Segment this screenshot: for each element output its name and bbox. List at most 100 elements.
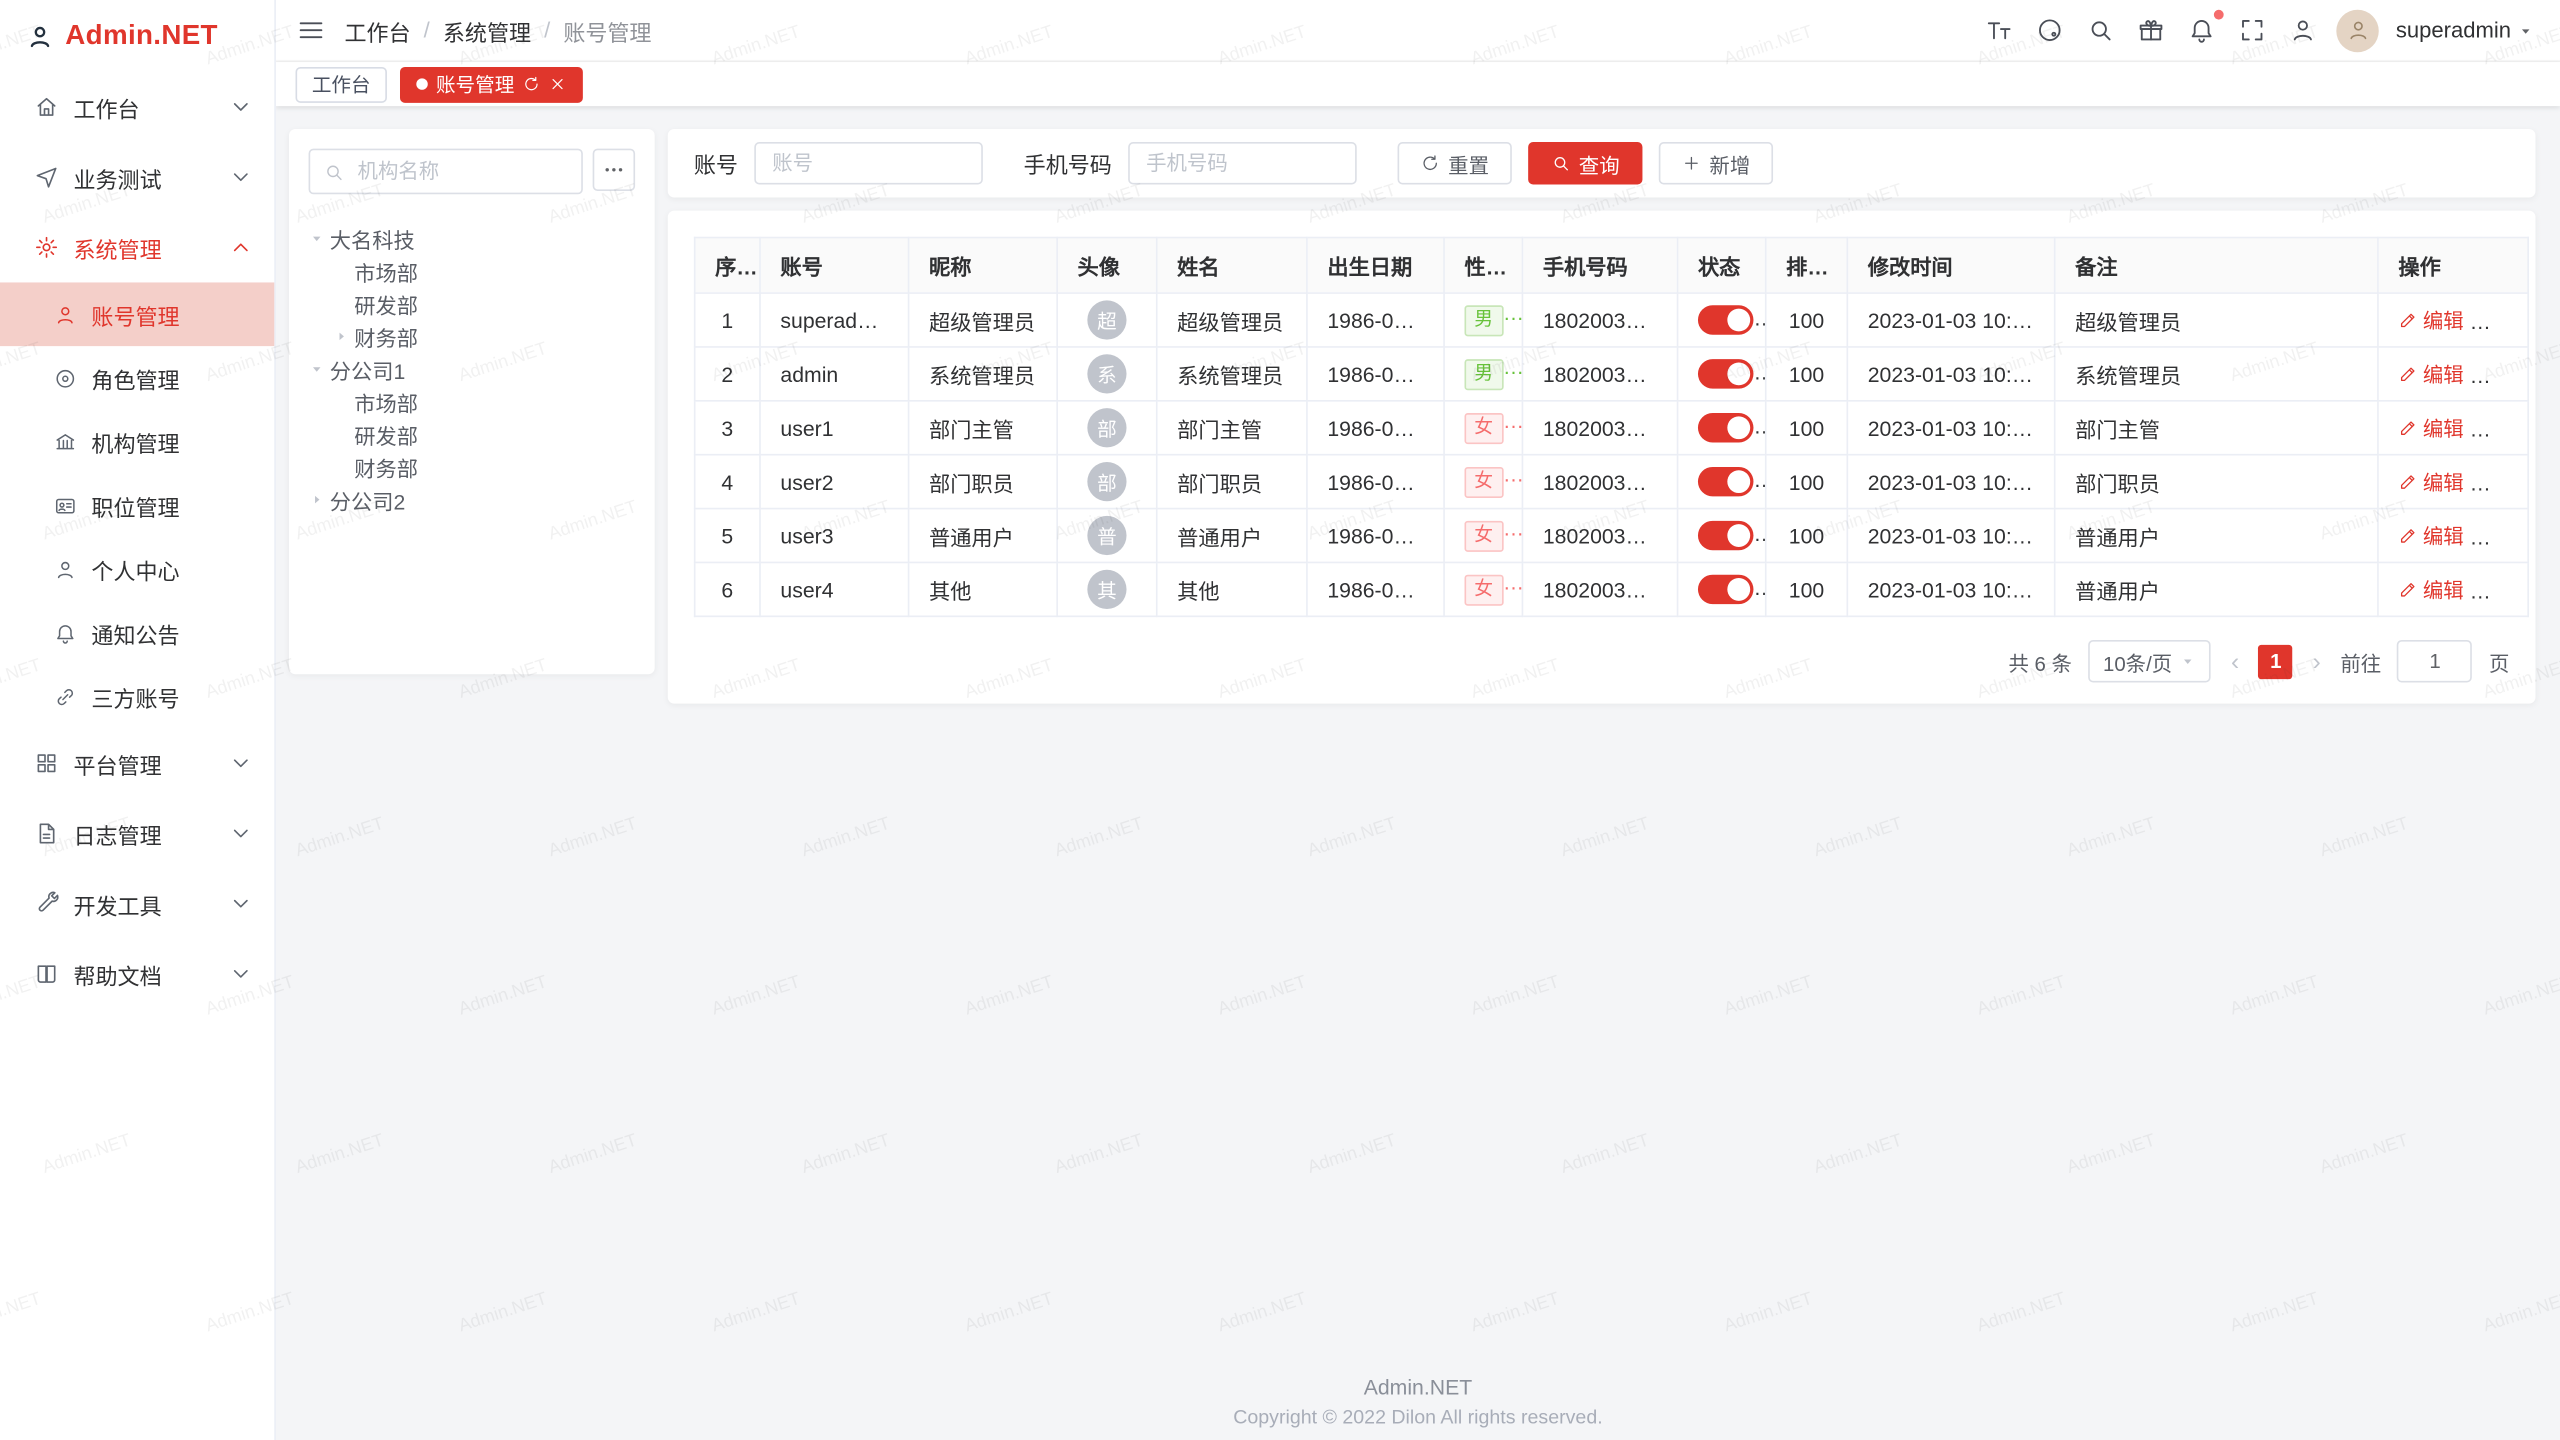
cell-nickname: 超级管理员 (909, 293, 1058, 347)
edit-button[interactable]: 编辑 (2398, 520, 2463, 551)
sidebar-item-label: 个人中心 (91, 553, 179, 586)
gender-badge: 女 (1464, 466, 1502, 497)
sidebar-item-org-mgmt[interactable]: 机构管理 (0, 410, 274, 474)
phone-filter-input[interactable] (1128, 142, 1357, 184)
language-button[interactable] (2033, 13, 2067, 47)
tree-node-label: 分公司1 (330, 353, 405, 384)
page-size-select[interactable]: 10条/页 (2088, 640, 2211, 682)
sidebar-item-role-mgmt[interactable]: 角色管理 (0, 346, 274, 410)
status-toggle[interactable] (1698, 413, 1754, 442)
tree-node[interactable]: 大名科技 (309, 222, 636, 255)
reset-button[interactable]: 重置 (1398, 142, 1512, 184)
sidebar-item-dev-tools[interactable]: 开发工具 (0, 869, 274, 939)
tree-node[interactable]: 市场部 (309, 255, 636, 288)
avatar[interactable] (2337, 9, 2379, 51)
row-more-button[interactable] (2489, 313, 2512, 336)
table-row: 2 admin 系统管理员 系 系统管理员 1986-06-28 男 18020… (695, 347, 2528, 401)
status-toggle[interactable] (1698, 467, 1754, 496)
profile-button[interactable] (2286, 13, 2320, 47)
current-page-button[interactable]: 1 (2259, 644, 2293, 678)
status-toggle[interactable] (1698, 305, 1754, 334)
edit-button[interactable]: 编辑 (2398, 304, 2463, 335)
sidebar-item-biztest[interactable]: 业务测试 (0, 142, 274, 212)
sidebar-item-system-mgmt[interactable]: 系统管理 (0, 212, 274, 282)
font-size-button[interactable] (1983, 13, 2017, 47)
tree-node[interactable]: 分公司2 (309, 483, 636, 516)
sidebar-item-platform-mgmt[interactable]: 平台管理 (0, 728, 274, 798)
role-icon (54, 367, 77, 390)
toggle-knob (1727, 309, 1750, 332)
chevron-down-icon (229, 95, 253, 119)
breadcrumb-item[interactable]: 系统管理 (443, 14, 531, 47)
add-button[interactable]: 新增 (1659, 142, 1773, 184)
logo[interactable]: Admin.NET (0, 0, 274, 72)
fullscreen-button[interactable] (2236, 13, 2270, 47)
sidebar-item-notice[interactable]: 通知公告 (0, 601, 274, 665)
sidebar-item-label: 机构管理 (91, 425, 179, 458)
org-more-button[interactable] (593, 149, 635, 191)
logo-text: Admin.NET (65, 20, 218, 53)
row-more-button[interactable] (2489, 582, 2512, 605)
sidebar-item-thirdparty-account[interactable]: 三方账号 (0, 664, 274, 728)
status-toggle[interactable] (1698, 521, 1754, 550)
sidebar-item-position-mgmt[interactable]: 职位管理 (0, 473, 274, 537)
cell-phone: 18020030720 (1522, 509, 1677, 563)
close-icon[interactable] (549, 75, 567, 93)
breadcrumb: 工作台 / 系统管理 / 账号管理 (344, 14, 651, 47)
notifications-button[interactable] (2185, 13, 2219, 47)
sidebar-item-account-mgmt[interactable]: 账号管理 (0, 282, 274, 346)
caret-down-icon[interactable] (309, 230, 325, 246)
cell-avatar: 超 (1057, 293, 1157, 347)
edit-button[interactable]: 编辑 (2398, 466, 2463, 497)
edit-button[interactable]: 编辑 (2398, 358, 2463, 389)
row-more-button[interactable] (2489, 420, 2512, 443)
breadcrumb-item[interactable]: 工作台 (344, 14, 410, 47)
sidebar-item-log-mgmt[interactable]: 日志管理 (0, 798, 274, 868)
cell-actions: 编辑 (2378, 562, 2528, 616)
tree-node[interactable]: 财务部 (309, 451, 636, 484)
global-search-button[interactable] (2084, 13, 2118, 47)
row-more-button[interactable] (2489, 367, 2512, 390)
caret-right-icon[interactable] (309, 491, 325, 507)
edit-button[interactable]: 编辑 (2398, 412, 2463, 443)
col-header: 操作 (2378, 238, 2528, 294)
accounts-table: 序号 账号 昵称 头像 姓名 出生日期 性别 手机号码 状态 排序 修改时间 (694, 237, 2529, 617)
search-button[interactable]: 查询 (1528, 142, 1642, 184)
prev-page-button[interactable]: ‹ (2228, 649, 2243, 673)
cell-name: 部门主管 (1157, 401, 1307, 455)
status-toggle[interactable] (1698, 359, 1754, 388)
col-header: 手机号码 (1522, 238, 1677, 294)
sidebar-item-personal-center[interactable]: 个人中心 (0, 537, 274, 601)
gender-badge: 男 (1464, 358, 1502, 389)
tree-node-label: 市场部 (354, 256, 418, 287)
tree-node[interactable]: 研发部 (309, 287, 636, 320)
tags-view-bar: 工作台 账号管理 (276, 62, 2560, 106)
goto-page-input[interactable] (2398, 640, 2473, 682)
tree-node[interactable]: 研发部 (309, 418, 636, 451)
tab-account-mgmt[interactable]: 账号管理 (400, 66, 583, 102)
next-page-button[interactable]: › (2309, 649, 2324, 673)
tab-workbench[interactable]: 工作台 (296, 66, 387, 102)
tree-node[interactable]: 分公司1 (309, 353, 636, 386)
sidebar-item-label: 帮助文档 (73, 958, 161, 991)
total-count: 共 6 条 (2008, 646, 2072, 677)
edit-button[interactable]: 编辑 (2398, 574, 2463, 605)
refresh-icon[interactable] (522, 75, 540, 93)
row-more-button[interactable] (2489, 474, 2512, 497)
sidebar-item-help-docs[interactable]: 帮助文档 (0, 939, 274, 1009)
caret-down-icon[interactable] (309, 361, 325, 377)
row-more-button[interactable] (2489, 528, 2512, 551)
tree-node[interactable]: 财务部 (309, 320, 636, 353)
sidebar-item-workbench[interactable]: 工作台 (0, 72, 274, 142)
org-search-input[interactable] (354, 158, 568, 184)
document-icon (34, 821, 58, 845)
user-menu[interactable]: superadmin (2396, 18, 2534, 42)
collapse-sidebar-button[interactable] (294, 13, 328, 47)
caret-right-icon[interactable] (333, 328, 349, 344)
theme-button[interactable] (2135, 13, 2169, 47)
account-filter-input[interactable] (754, 142, 983, 184)
toggle-knob (1727, 362, 1750, 385)
status-toggle[interactable] (1698, 575, 1754, 604)
chevron-down-icon (229, 821, 253, 845)
tree-node[interactable]: 市场部 (309, 385, 636, 418)
